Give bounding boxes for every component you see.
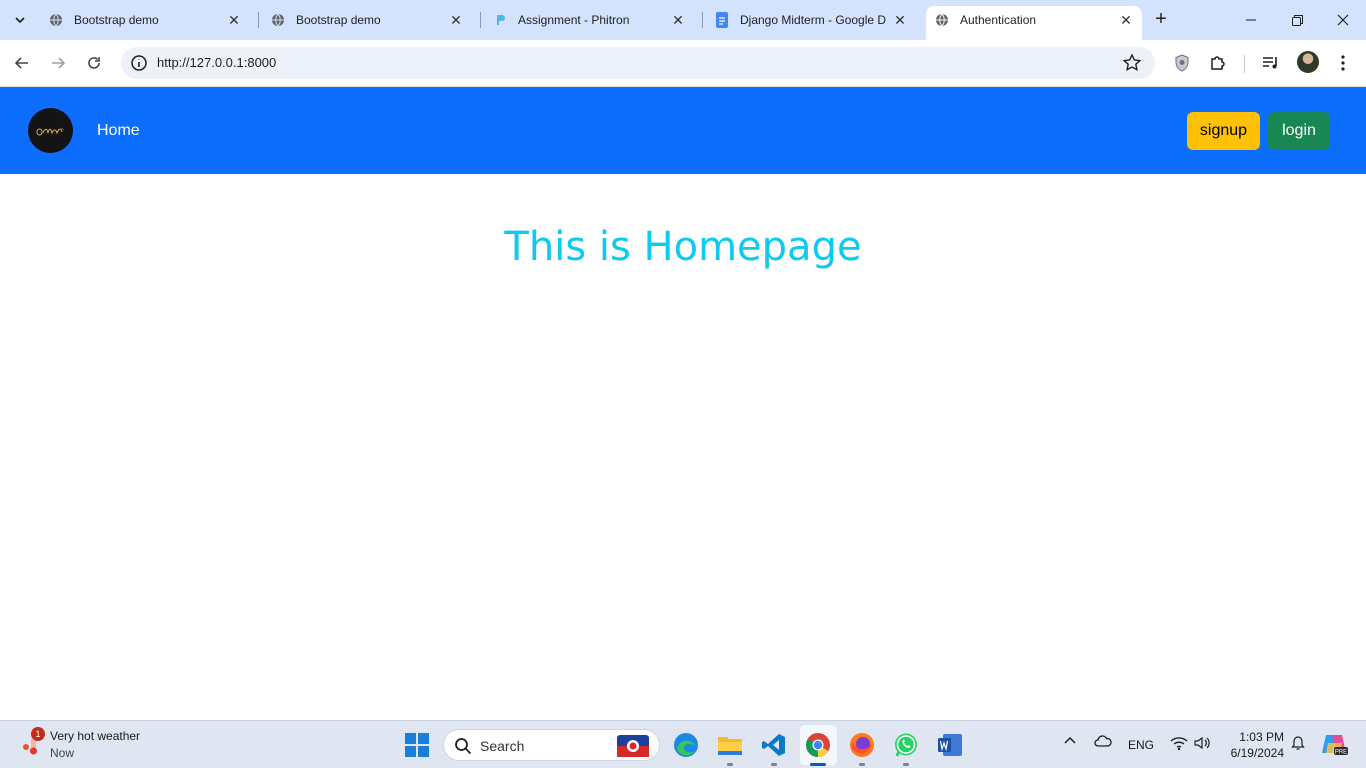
windows-taskbar: 1 Very hot weather Now Search ENG 1:03 P…: [0, 720, 1366, 768]
volume-icon[interactable]: [1194, 735, 1210, 754]
chevron-down-icon: [15, 17, 25, 24]
tab-title: Bootstrap demo: [74, 13, 159, 27]
tab-bootstrap-demo-1[interactable]: Bootstrap demo ✕: [40, 6, 250, 34]
browser-tab-strip: Bootstrap demo ✕ Bootstrap demo ✕ Assign…: [0, 0, 1366, 40]
globe-icon: [934, 12, 950, 28]
running-indicator: [859, 763, 865, 766]
close-window-button[interactable]: [1320, 0, 1366, 40]
tab-close-icon[interactable]: ✕: [448, 12, 464, 28]
file-explorer-icon[interactable]: [715, 730, 745, 760]
minimize-icon: [1246, 19, 1256, 21]
taskbar-search-box[interactable]: Search: [443, 729, 660, 761]
globe-icon: [270, 12, 286, 28]
whatsapp-icon[interactable]: [891, 730, 921, 760]
tab-close-icon[interactable]: ✕: [670, 12, 686, 28]
toolbar-separator: [1244, 55, 1245, 73]
tab-close-icon[interactable]: ✕: [1118, 12, 1134, 28]
tab-search-button[interactable]: [8, 8, 32, 32]
weather-title[interactable]: Very hot weather: [50, 729, 140, 743]
arrow-left-icon: [14, 57, 28, 69]
logo-mark: [35, 127, 64, 135]
tab-close-icon[interactable]: ✕: [226, 12, 242, 28]
back-button[interactable]: [9, 50, 35, 76]
search-icon: [454, 737, 472, 755]
nav-link-home[interactable]: Home: [97, 122, 140, 140]
word-icon[interactable]: [935, 730, 965, 760]
site-logo[interactable]: [28, 108, 73, 153]
firefox-icon[interactable]: [847, 730, 877, 760]
tab-title: Assignment - Phitron: [518, 13, 630, 27]
running-indicator: [771, 763, 777, 766]
extensions-puzzle-icon[interactable]: [1207, 52, 1229, 74]
notification-settings-icon[interactable]: [1290, 735, 1306, 754]
profile-avatar[interactable]: [1297, 51, 1319, 73]
vscode-icon[interactable]: [759, 730, 789, 760]
login-button[interactable]: login: [1268, 112, 1330, 150]
wifi-icon[interactable]: [1170, 735, 1188, 754]
restore-button[interactable]: [1274, 0, 1320, 40]
notification-badge: 1: [31, 727, 45, 741]
tab-close-icon[interactable]: ✕: [892, 12, 908, 28]
minimize-button[interactable]: [1228, 0, 1274, 40]
onedrive-cloud-icon[interactable]: [1094, 734, 1112, 751]
close-icon: [1337, 14, 1349, 26]
tab-title: Bootstrap demo: [296, 13, 381, 27]
edge-app-icon[interactable]: [671, 730, 701, 760]
tray-overflow-chevron-icon[interactable]: [1063, 734, 1077, 751]
reload-button[interactable]: [81, 50, 107, 76]
weather-subtitle: Now: [50, 746, 75, 760]
tab-separator: [480, 12, 481, 28]
clock-time: 1:03 PM: [1239, 730, 1284, 744]
tab-assignment-phitron[interactable]: Assignment - Phitron ✕: [484, 6, 694, 34]
tab-django-midterm[interactable]: Django Midterm - Google D ✕: [706, 6, 916, 34]
running-indicator: [903, 763, 909, 766]
language-indicator[interactable]: ENG: [1128, 738, 1154, 752]
tab-authentication[interactable]: Authentication ✕: [926, 6, 1142, 40]
address-bar[interactable]: http://127.0.0.1:8000: [121, 47, 1155, 79]
shield-extension-icon[interactable]: [1171, 52, 1193, 74]
browser-menu-icon[interactable]: [1332, 52, 1354, 74]
site-info-icon[interactable]: [129, 53, 149, 73]
url-text[interactable]: http://127.0.0.1:8000: [157, 55, 276, 70]
chrome-icon[interactable]: [803, 730, 833, 760]
running-indicator: [727, 763, 733, 766]
arrow-right-icon: [52, 57, 66, 69]
tab-title: Django Midterm - Google D: [740, 13, 887, 27]
phitron-icon: [492, 12, 508, 28]
clock-date: 6/19/2024: [1230, 746, 1284, 760]
signup-button[interactable]: signup: [1187, 112, 1260, 150]
site-navbar: Home signup login: [0, 87, 1366, 174]
browser-toolbar: http://127.0.0.1:8000: [0, 40, 1366, 87]
new-tab-button[interactable]: +: [1150, 9, 1172, 31]
system-clock[interactable]: 1:03 PM 6/19/2024: [1222, 729, 1284, 761]
google-docs-icon: [714, 12, 730, 28]
globe-icon: [48, 12, 64, 28]
forward-button[interactable]: [45, 50, 71, 76]
bookmark-star-icon[interactable]: [1121, 52, 1143, 74]
reload-icon: [88, 57, 100, 69]
tab-title: Authentication: [960, 13, 1037, 27]
search-highlight-flag-icon[interactable]: [615, 733, 651, 759]
windows-start-icon[interactable]: [405, 733, 429, 757]
media-control-icon[interactable]: [1260, 52, 1282, 74]
svg-text:PRE: PRE: [1335, 750, 1347, 756]
page-heading: This is Homepage: [504, 224, 862, 270]
tab-separator: [258, 12, 259, 28]
active-indicator: [810, 763, 826, 766]
copilot-icon[interactable]: PRE: [1320, 731, 1348, 760]
restore-icon: [1291, 14, 1303, 26]
search-label: Search: [480, 738, 525, 754]
tab-separator: [702, 12, 703, 28]
tab-bootstrap-demo-2[interactable]: Bootstrap demo ✕: [262, 6, 472, 34]
